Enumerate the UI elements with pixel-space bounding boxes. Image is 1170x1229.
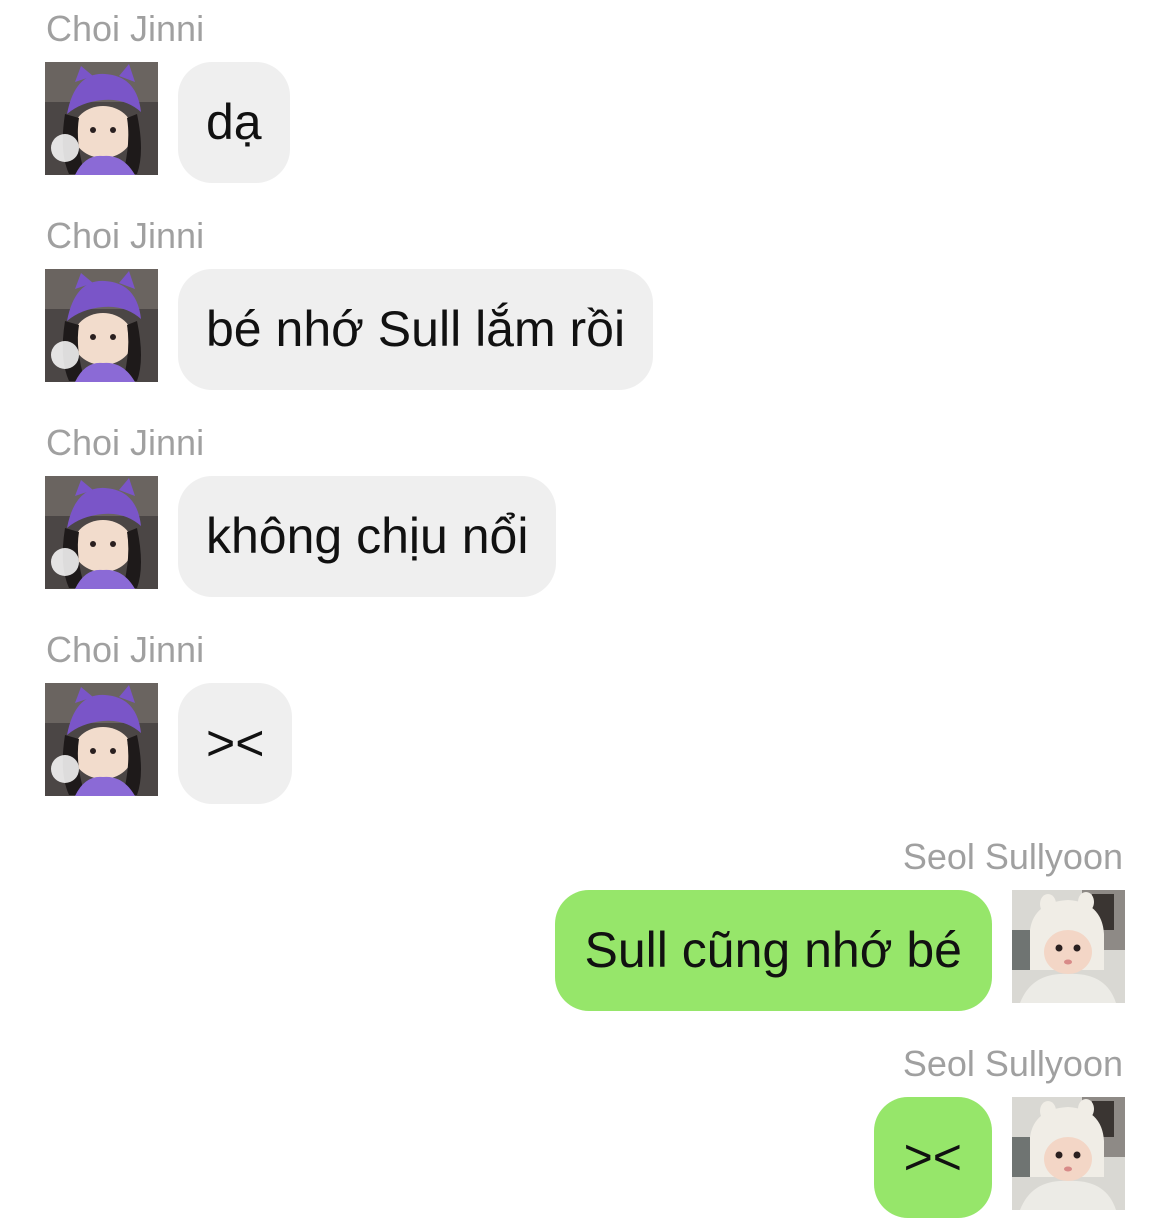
message-bubble[interactable]: bé nhớ Sull lắm rồi [178,269,654,390]
avatar[interactable] [45,476,158,589]
message-bubble[interactable]: >< [178,683,293,804]
avatar[interactable] [45,269,158,382]
sender-name: Choi Jinni [46,8,205,49]
avatar[interactable] [1012,1097,1125,1210]
avatar-girl-purple-hat-icon [45,269,158,382]
avatar-baby-white-hood-icon [1012,1097,1125,1210]
avatar-girl-purple-hat-icon [45,62,158,175]
avatar-girl-purple-hat-icon [45,476,158,589]
sender-name: Seol Sullyoon [902,836,1123,877]
message-bubble[interactable]: không chịu nổi [178,476,557,597]
avatar[interactable] [45,62,158,175]
avatar-girl-purple-hat-icon [45,683,158,796]
avatar-baby-white-hood-icon [1012,890,1125,1003]
sender-name: Seol Sullyoon [902,1043,1123,1084]
sender-name: Choi Jinni [46,215,205,256]
sender-name: Choi Jinni [46,422,205,463]
avatar[interactable] [1012,890,1125,1003]
message-bubble[interactable]: >< [873,1097,992,1218]
avatar[interactable] [45,683,158,796]
message-bubble[interactable]: dạ [178,62,290,183]
sender-name: Choi Jinni [46,629,205,670]
message-bubble[interactable]: Sull cũng nhớ bé [554,890,992,1011]
